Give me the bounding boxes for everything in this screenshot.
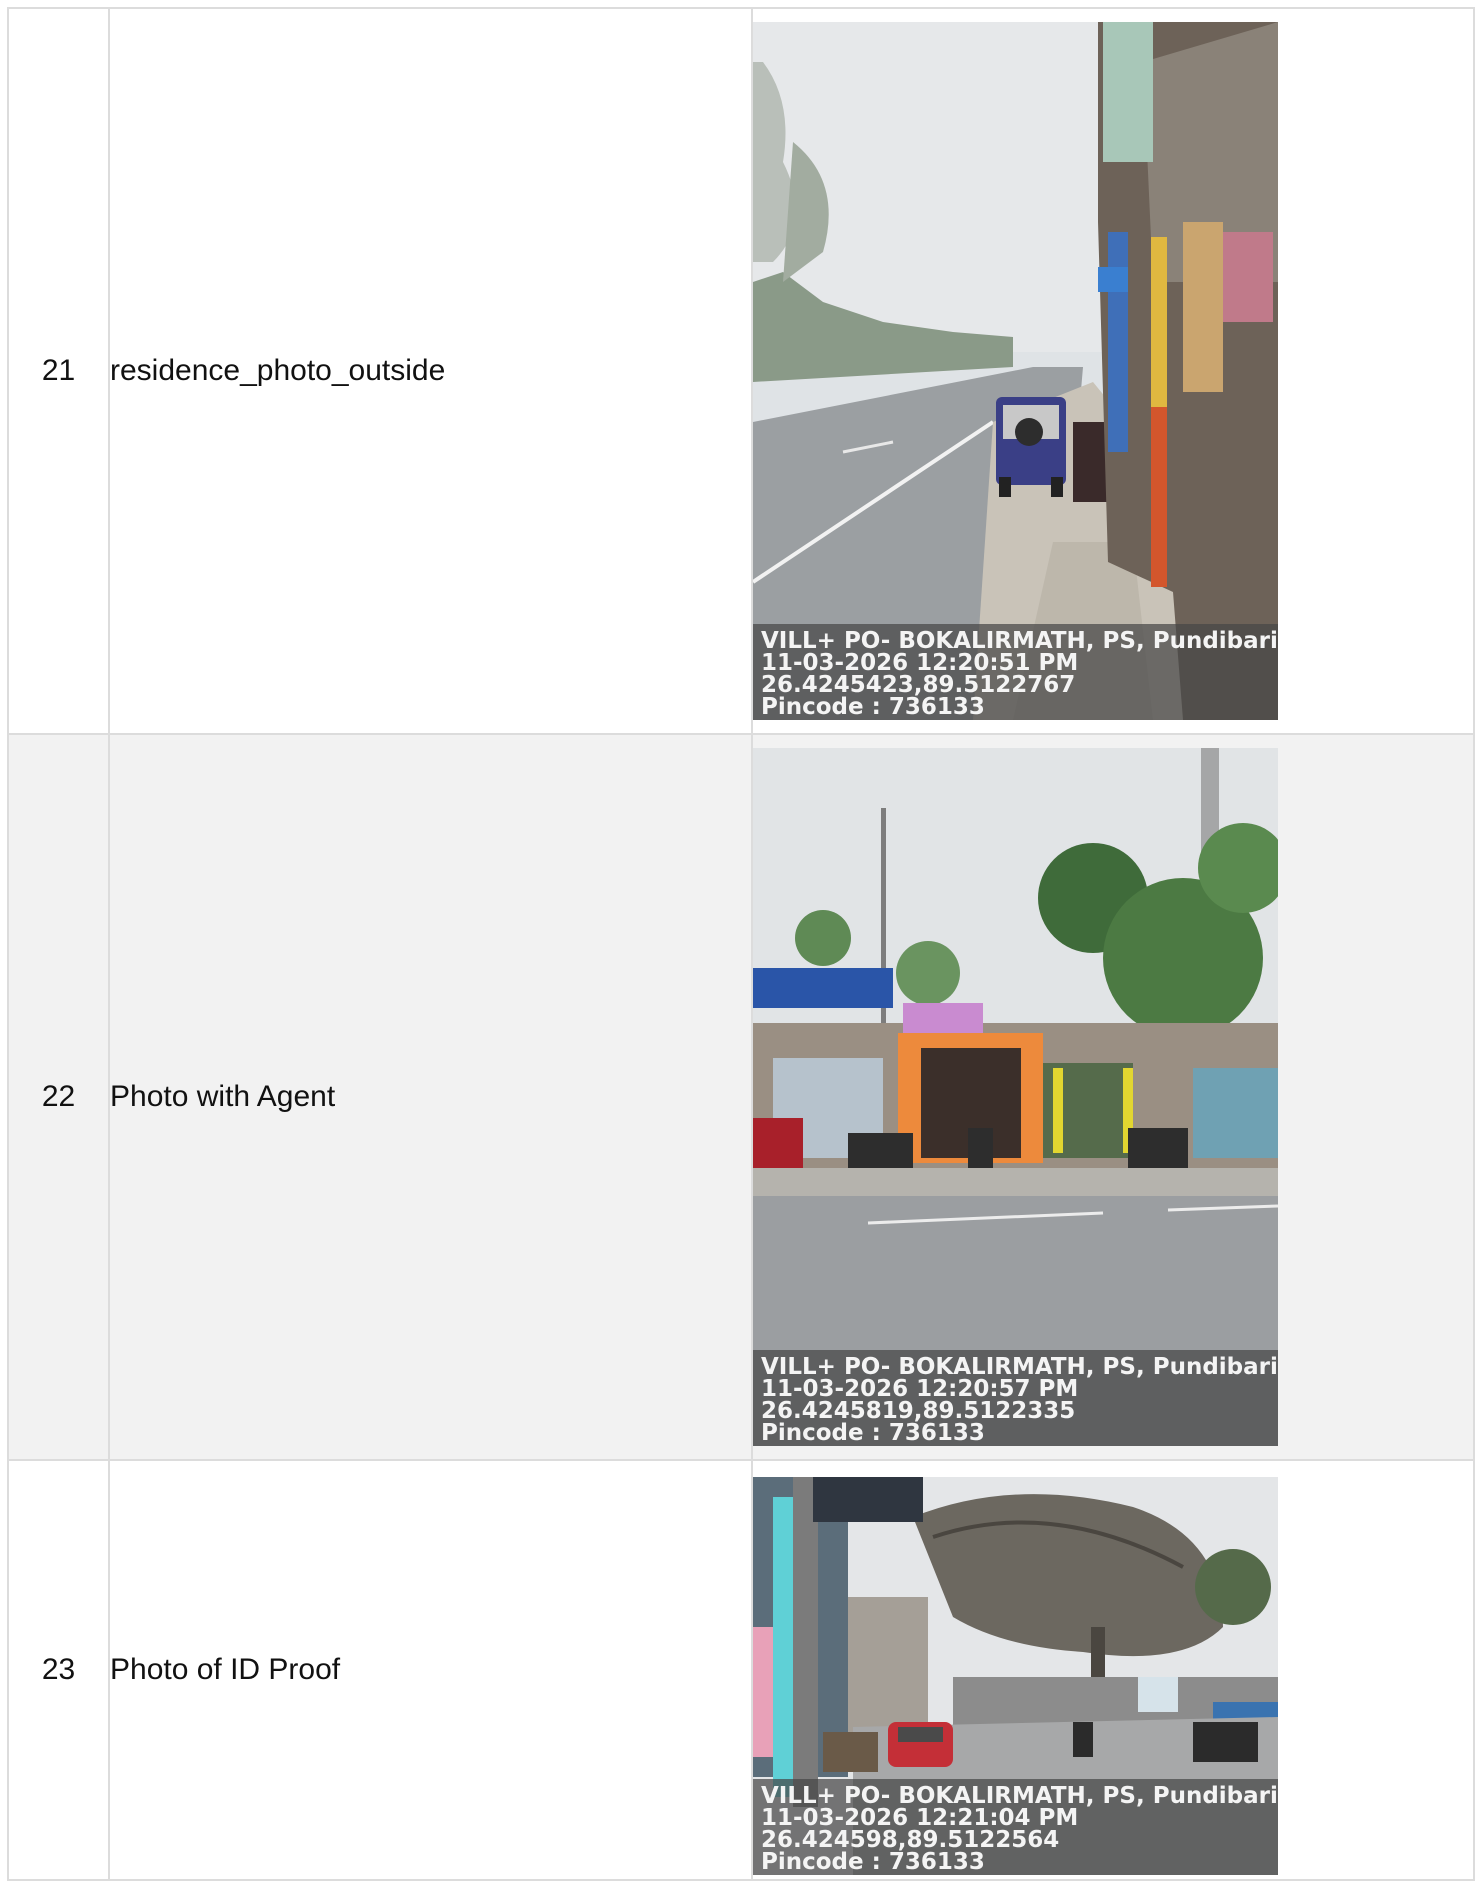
row-label: Photo with Agent [108, 733, 753, 1461]
geotag-coords: 26.4245423,89.5122767 [761, 674, 1076, 696]
geotag-datetime: 11-03-2026 12:20:51 PM [761, 652, 1079, 674]
row-label: residence_photo_outside [108, 7, 753, 735]
shopfront-photo[interactable]: VILL+ PO- BOKALIRMATH, PS, Pundibari, Ba… [753, 748, 1278, 1446]
geotag-coords: 26.424598,89.5122564 [761, 1829, 1060, 1851]
table-row: 22 Photo with Agent VILL+ PO- BOKALIRMAT… [7, 733, 1475, 1461]
street-photo[interactable]: VILL+ PO- BOKALIRMATH, PS, Pundibari, Ba… [753, 22, 1278, 720]
geotag-address: VILL+ PO- BOKALIRMATH, PS, Pundibari, Ba [761, 1356, 1278, 1378]
photo-cell: VILL+ PO- BOKALIRMATH, PS, Pundibari, Ba… [751, 1459, 1475, 1881]
geotag-datetime: 11-03-2026 12:21:04 PM [761, 1807, 1079, 1829]
geotag-datetime: 11-03-2026 12:20:57 PM [761, 1378, 1079, 1400]
geotag-overlay: VILL+ PO- BOKALIRMATH, PS, Pundibari, Ba… [753, 624, 1278, 720]
geotag-overlay: VILL+ PO- BOKALIRMATH, PS, Pundibari, Ba… [753, 1779, 1278, 1875]
geotag-pincode: Pincode : 736133 [761, 696, 985, 718]
photo-cell: VILL+ PO- BOKALIRMATH, PS, Pundibari, Ba… [751, 7, 1475, 735]
row-number: 22 [7, 733, 110, 1461]
row-number: 23 [7, 1459, 110, 1881]
photo-table: 21 residence_photo_outside VILL+ PO- BOK… [7, 7, 1475, 1881]
table-row: 23 Photo of ID Proof VILL+ PO- BOKALIRMA… [7, 1459, 1475, 1881]
geotag-coords: 26.4245819,89.5122335 [761, 1400, 1076, 1422]
table-row: 21 residence_photo_outside VILL+ PO- BOK… [7, 7, 1475, 735]
market-street-photo[interactable]: VILL+ PO- BOKALIRMATH, PS, Pundibari, Ba… [753, 1477, 1278, 1875]
photo-cell: VILL+ PO- BOKALIRMATH, PS, Pundibari, Ba… [751, 733, 1475, 1461]
geotag-pincode: Pincode : 736133 [761, 1851, 985, 1873]
geotag-pincode: Pincode : 736133 [761, 1422, 985, 1444]
row-number: 21 [7, 7, 110, 735]
geotag-address: VILL+ PO- BOKALIRMATH, PS, Pundibari, Ba [761, 1785, 1278, 1807]
row-label: Photo of ID Proof [108, 1459, 753, 1881]
geotag-address: VILL+ PO- BOKALIRMATH, PS, Pundibari, Ba [761, 630, 1278, 652]
geotag-overlay: VILL+ PO- BOKALIRMATH, PS, Pundibari, Ba… [753, 1350, 1278, 1446]
